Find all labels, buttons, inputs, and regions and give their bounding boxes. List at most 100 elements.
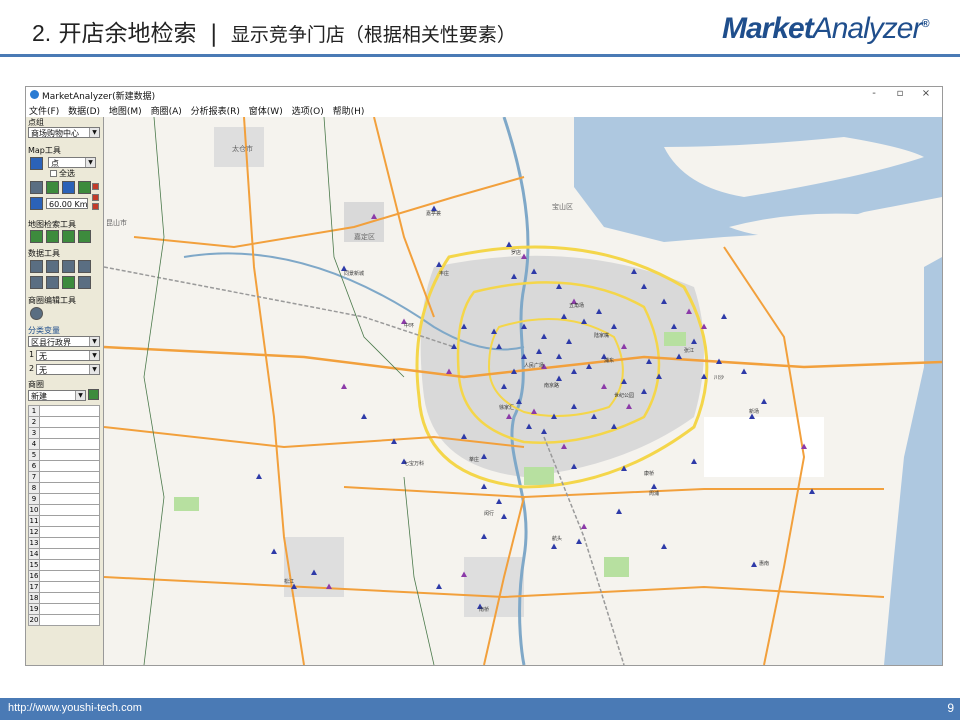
distance-up-icon[interactable]	[92, 194, 99, 201]
trade-list-row[interactable]: 9	[28, 494, 100, 505]
trade-list-row[interactable]: 1	[28, 406, 100, 417]
store-label: 南京路	[544, 382, 559, 389]
trade-list-row-index: 6	[29, 461, 40, 471]
search-route-icon[interactable]	[78, 230, 91, 243]
class-var-select[interactable]: 区县行政界 ▼	[28, 336, 100, 347]
logo-light: Analyzer	[812, 12, 923, 45]
store-label: 惠南	[759, 560, 769, 567]
trade-list-row[interactable]: 4	[28, 439, 100, 450]
class-row2-index: 2	[29, 364, 35, 373]
logo-bold: Market	[722, 12, 814, 45]
maximize-button[interactable]: ▫	[890, 88, 910, 99]
trade-list-row[interactable]: 18	[28, 593, 100, 604]
distance-down-icon[interactable]	[92, 203, 99, 210]
green-1	[174, 497, 199, 511]
trade-value: 新建	[31, 392, 47, 401]
footer-bar: http://www.youshi-tech.com 9	[0, 698, 960, 720]
trade-list-row[interactable]: 6	[28, 461, 100, 472]
map-tools-label: Map工具	[28, 146, 61, 155]
trade-list-row[interactable]: 15	[28, 560, 100, 571]
store-label: 同景新城	[344, 270, 364, 277]
point-type-value: 点	[51, 159, 59, 168]
trade-list-row-index: 18	[29, 593, 40, 603]
menu-trade-area[interactable]: 商圈(A)	[148, 103, 185, 118]
trade-list-row-index: 15	[29, 560, 40, 570]
zoom-icon[interactable]	[30, 157, 43, 170]
help-icon[interactable]	[88, 389, 99, 400]
district-label-kunshan: 昆山市	[106, 218, 127, 227]
data-grid-icon[interactable]	[46, 276, 59, 289]
circle-edit-icon[interactable]	[30, 307, 43, 320]
measure-icon[interactable]	[78, 181, 91, 194]
class-row1-value: 无	[39, 352, 47, 361]
trade-list-row[interactable]: 7	[28, 472, 100, 483]
map-canvas[interactable]: 太仓市 嘉定区 宝山区 昆山市 嘉亭荟 同景新城 丰庄 罗店 中环 七宝万科 人…	[104, 117, 942, 665]
store-label: 张江	[684, 347, 694, 354]
store-label: 陆家嘴	[594, 332, 609, 339]
data-import-icon[interactable]	[30, 276, 43, 289]
clear-icon[interactable]	[92, 183, 99, 190]
trade-list-row[interactable]: 17	[28, 582, 100, 593]
store-label: 航头	[552, 535, 562, 542]
menu-map[interactable]: 地图(M)	[106, 103, 145, 118]
trade-list-row[interactable]: 12	[28, 527, 100, 538]
pan-hand-icon[interactable]	[30, 181, 43, 194]
slide-subtitle: 显示竞争门店（根据相关性要素）	[230, 24, 516, 46]
table-edit-icon[interactable]	[46, 260, 59, 273]
menu-report[interactable]: 分析报表(R)	[188, 103, 243, 118]
close-button[interactable]: ×	[916, 88, 936, 99]
trade-list-row[interactable]: 2	[28, 417, 100, 428]
trade-list-row[interactable]: 13	[28, 538, 100, 549]
menu-options[interactable]: 选项(O)	[289, 103, 327, 118]
trade-list-row-index: 8	[29, 483, 40, 493]
trade-list-row[interactable]: 3	[28, 428, 100, 439]
trade-list-row[interactable]: 16	[28, 571, 100, 582]
trade-list-row-index: 2	[29, 417, 40, 427]
map-view[interactable]: 太仓市 嘉定区 宝山区 昆山市 嘉亭荟 同景新城 丰庄 罗店 中环 七宝万科 人…	[104, 117, 942, 665]
trade-list-row-index: 9	[29, 494, 40, 504]
search-area-icon[interactable]	[46, 230, 59, 243]
pointer-icon[interactable]	[30, 197, 43, 210]
district-label-baoshan: 宝山区	[552, 202, 573, 211]
class-row1-index: 1	[29, 350, 35, 359]
footer-url[interactable]: http://www.youshi-tech.com	[8, 702, 142, 714]
table-list-icon[interactable]	[62, 260, 75, 273]
trade-list-row[interactable]: 5	[28, 450, 100, 461]
menu-help[interactable]: 帮助(H)	[330, 103, 368, 118]
search-polygon-icon[interactable]	[62, 230, 75, 243]
table-icon[interactable]	[30, 260, 43, 273]
class-var-value: 区县行政界	[31, 338, 71, 347]
menu-window[interactable]: 窗体(W)	[246, 103, 286, 118]
select-all-checkbox[interactable]	[50, 170, 57, 177]
store-label: 人民广场	[524, 362, 544, 369]
store-label: 浦东	[604, 357, 614, 364]
data-export-icon[interactable]	[78, 276, 91, 289]
distance-field[interactable]: 60.00 Km	[46, 198, 88, 209]
trade-list-row[interactable]: 20	[28, 615, 100, 626]
layer-icon[interactable]	[46, 181, 59, 194]
tool-panel: 点组 商场购物中心 ▼ Map工具 点 ▼ 全选 60.00 Km 地图检索工具 数…	[26, 117, 104, 665]
store-label: 松江	[284, 578, 294, 585]
minimize-button[interactable]: -	[864, 88, 884, 99]
search-radius-icon[interactable]	[30, 230, 43, 243]
trade-list-row[interactable]: 11	[28, 516, 100, 527]
trade-list-row[interactable]: 10	[28, 505, 100, 516]
trade-list-row[interactable]: 19	[28, 604, 100, 615]
trade-list-row[interactable]: 14	[28, 549, 100, 560]
trade-select[interactable]: 新建 ▼	[28, 390, 86, 401]
trade-list-row[interactable]: 8	[28, 483, 100, 494]
grid-icon[interactable]	[62, 181, 75, 194]
window-title: MarketAnalyzer(新建数据)	[42, 92, 156, 102]
table-report-icon[interactable]	[78, 260, 91, 273]
store-label: 丰庄	[439, 270, 449, 277]
menu-data[interactable]: 数据(D)	[65, 103, 103, 118]
menu-file[interactable]: 文件(F)	[26, 103, 62, 118]
class-row1-select[interactable]: 无 ▼	[36, 350, 100, 361]
store-label: 七宝万科	[404, 460, 424, 467]
point-group-select[interactable]: 商场购物中心 ▼	[28, 127, 100, 138]
trade-label: 商圈	[28, 380, 44, 389]
data-chart-icon[interactable]	[62, 276, 75, 289]
class-row2-select[interactable]: 无 ▼	[36, 364, 100, 375]
store-label: 徐家汇	[499, 404, 514, 411]
point-type-select[interactable]: 点 ▼	[48, 157, 96, 168]
